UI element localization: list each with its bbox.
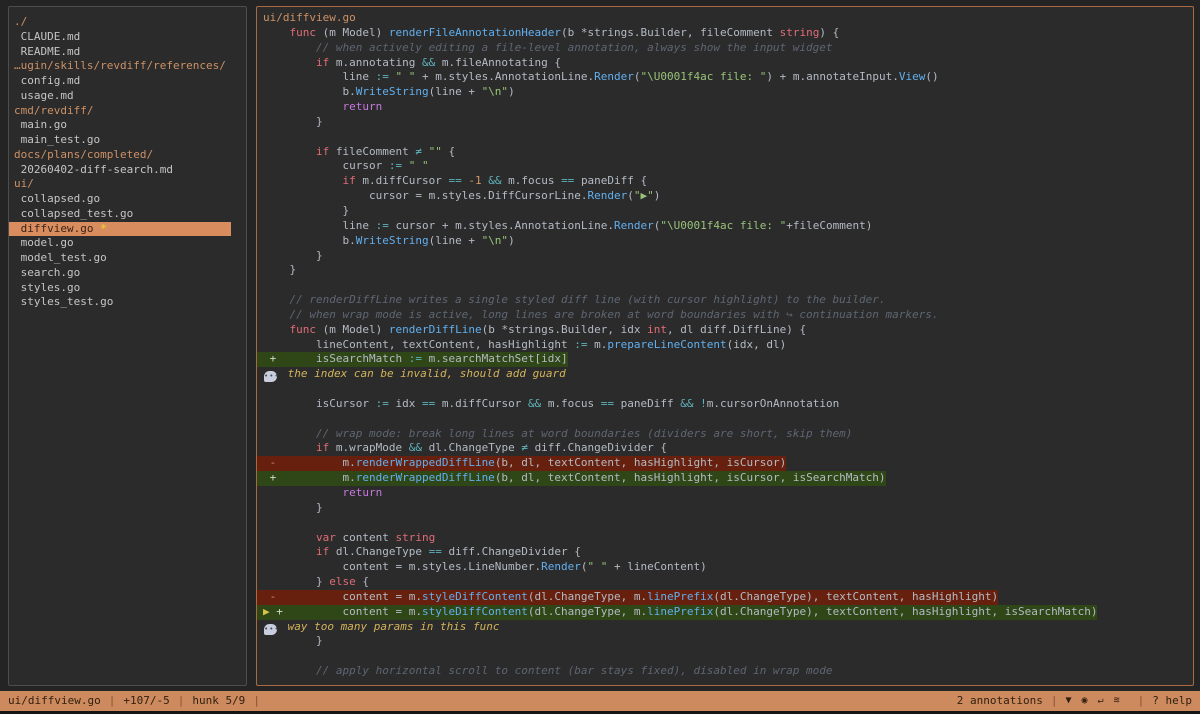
code-line: } [257,263,1193,278]
sidebar-file-item[interactable]: main_test.go [9,133,231,148]
status-bar: ui/diffview.go | +107/-5 | hunk 5/9 | 2 … [0,691,1200,711]
status-separator: | [1138,691,1145,711]
sidebar-file-item[interactable]: styles_test.go [9,295,231,310]
sidebar-dir-item: ui/ [9,177,231,192]
status-hunk-position: hunk 5/9 [192,691,245,711]
code-line: var content string [257,531,1193,546]
code-line: // renderDiffLine writes a single styled… [257,293,1193,308]
status-separator: | [253,691,260,711]
diff-line-del: - m.renderWrappedDiffLine(b, dl, textCon… [257,456,1193,471]
code-line: if dl.ChangeType == diff.ChangeDivider { [257,545,1193,560]
code-line: b.WriteString(line + "\n") [257,85,1193,100]
annotation-line: ••• way too many params in this func [257,620,1193,635]
annotation-line: ••• the index can be invalid, should add… [257,367,1193,382]
scroll-down-indicator: ▼ [1065,695,1081,706]
code-line: } else { [257,575,1193,590]
code-line: } [257,634,1193,649]
code-line: } [257,501,1193,516]
blank-line [257,278,1193,293]
code-line: isCursor := idx == m.diffCursor && m.foc… [257,397,1193,412]
code-line: return [257,100,1193,115]
file-tree-panel: ./ CLAUDE.md README.md…ugin/skills/revdi… [8,6,247,686]
code-line: line := cursor + m.styles.AnnotationLine… [257,219,1193,234]
code-line: line := " " + m.styles.AnnotationLine.Re… [257,70,1193,85]
code-line: ui/diffview.go [257,11,1193,26]
help-hint[interactable]: ? help [1152,691,1192,711]
code-line: if fileComment ≠ "" { [257,145,1193,160]
code-line: cursor := " " [257,159,1193,174]
sidebar-file-item[interactable]: model.go [9,236,231,251]
blank-line [257,412,1193,427]
sidebar-file-item[interactable]: config.md [9,74,231,89]
diff-line-add: + isSearchMatch := m.searchMatchSet[idx] [257,352,1193,367]
code-line: } [257,115,1193,130]
code-line: cursor = m.styles.DiffCursorLine.Render(… [257,189,1193,204]
status-annotations-count: 2 annotations [957,691,1043,711]
code-line: lineContent, textContent, hasHighlight :… [257,338,1193,353]
sidebar-file-item[interactable]: 20260402-diff-search.md [9,163,231,178]
blank-line [257,130,1193,145]
code-line: return [257,486,1193,501]
sidebar-file-item[interactable]: usage.md [9,89,231,104]
diff-line-add: + m.renderWrappedDiffLine(b, dl, textCon… [257,471,1193,486]
diff-line-del: - content = m.styleDiffContent(dl.Change… [257,590,1193,605]
status-separator: | [178,691,185,711]
diff-view-panel: ui/diffview.go func (m Model) renderFile… [256,6,1194,686]
sidebar-file-item[interactable]: CLAUDE.md [9,30,231,45]
status-separator: | [109,691,116,711]
status-separator: | [1051,691,1058,711]
blank-line [257,649,1193,664]
code-line: content = m.styles.LineNumber.Render(" "… [257,560,1193,575]
diff-line-add: ▶ + content = m.styleDiffContent(dl.Chan… [257,605,1193,620]
code-line: if m.diffCursor == -1 && m.focus == pane… [257,174,1193,189]
speech-bubble-icon: ••• [264,371,277,382]
code-line: // wrap mode: break long lines at word b… [257,427,1193,442]
code-line: // when wrap mode is active, long lines … [257,308,1193,323]
code-line: b.WriteString(line + "\n") [257,234,1193,249]
sidebar-file-item[interactable]: main.go [9,118,231,133]
blank-line [257,382,1193,397]
sidebar-file-item[interactable]: styles.go [9,281,231,296]
sidebar-dir-item: docs/plans/completed/ [9,148,231,163]
sidebar-file-item[interactable]: README.md [9,45,231,60]
code-line: if m.annotating && m.fileAnnotating { [257,56,1193,71]
cursor-mode-indicator: ◉ [1081,695,1097,706]
modified-badge: * [100,222,107,235]
search-mode-indicator: ≋ [1114,695,1130,706]
sidebar-dir-item: ./ [9,15,231,30]
status-mode-indicators: ▼ ◉ ↵ ≋ [1065,691,1129,711]
code-line: } [257,204,1193,219]
sidebar-file-item[interactable]: search.go [9,266,231,281]
code-line: if m.wrapMode && dl.ChangeType ≠ diff.Ch… [257,441,1193,456]
sidebar-file-item[interactable]: collapsed_test.go [9,207,231,222]
code-line: func (m Model) renderFileAnnotationHeade… [257,26,1193,41]
sidebar-dir-item: cmd/revdiff/ [9,104,231,119]
status-right: 2 annotations | ▼ ◉ ↵ ≋ | ? help [957,691,1192,711]
status-filename: ui/diffview.go [8,691,101,711]
speech-bubble-icon: ••• [264,624,277,635]
wrap-mode-indicator: ↵ [1098,695,1114,706]
code-line: // apply horizontal scroll to content (b… [257,664,1193,679]
code-line: // when actively editing a file-level an… [257,41,1193,56]
sidebar-file-item[interactable]: model_test.go [9,251,231,266]
code-line: func (m Model) renderDiffLine(b *strings… [257,323,1193,338]
diff-code-area: ui/diffview.go func (m Model) renderFile… [257,11,1193,679]
status-diffstat: +107/-5 [123,691,169,711]
status-left: ui/diffview.go | +107/-5 | hunk 5/9 | [8,691,260,711]
code-line: } [257,249,1193,264]
blank-line [257,516,1193,531]
sidebar-file-item[interactable]: collapsed.go [9,192,231,207]
sidebar-dir-item: …ugin/skills/revdiff/references/ [9,59,231,74]
sidebar-file-item[interactable]: diffview.go * [9,222,231,237]
